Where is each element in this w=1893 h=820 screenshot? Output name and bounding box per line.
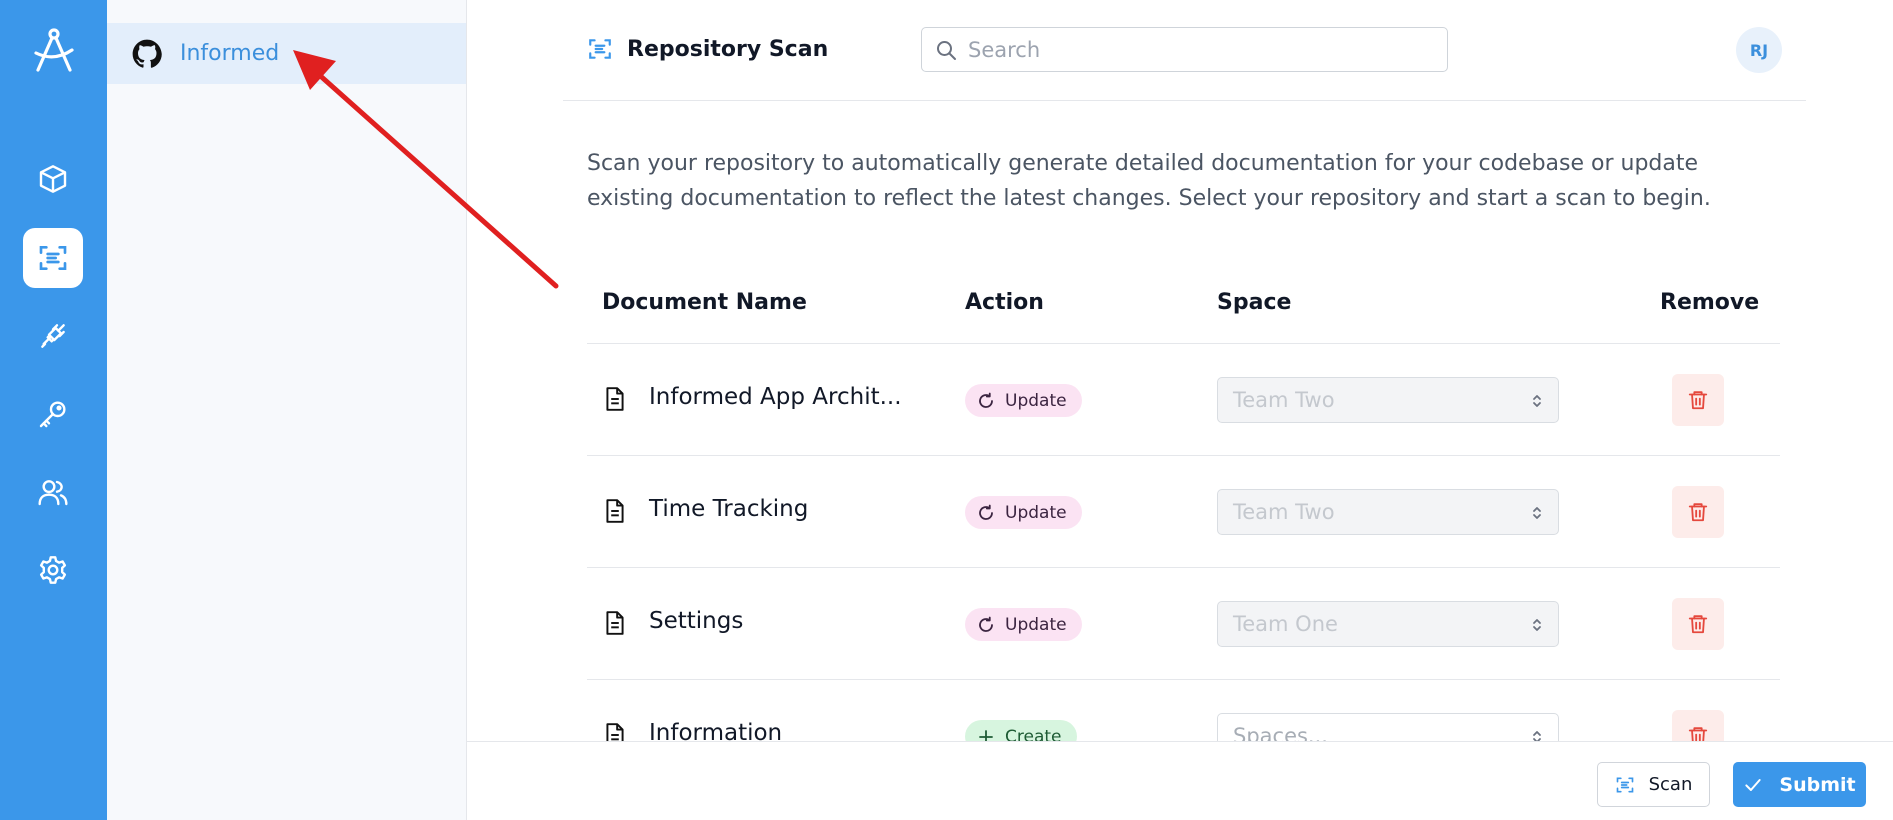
document-icon (606, 387, 624, 411)
check-icon (1745, 778, 1762, 791)
avatar[interactable]: RJ (1736, 27, 1782, 73)
key-icon (39, 401, 66, 428)
space-select-value: Team Two (1233, 500, 1335, 524)
remove-button[interactable] (1672, 486, 1724, 538)
rail-item-components[interactable] (23, 149, 83, 209)
rail-item-api-keys[interactable] (23, 384, 83, 444)
action-badge-update[interactable]: Update (965, 608, 1082, 641)
table-row: Informed App Archit... Update Team Two (587, 344, 1780, 456)
column-header-document-name: Document Name (602, 290, 807, 315)
space-select-value: Team Two (1233, 388, 1335, 412)
document-name: Time Tracking (649, 496, 809, 522)
plug-icon (41, 324, 65, 348)
page-description: Scan your repository to automatically ge… (587, 151, 1711, 211)
scan-icon (589, 39, 611, 59)
chevron-up-down-icon (1533, 395, 1541, 407)
chevron-up-down-icon (1533, 619, 1541, 631)
rail-item-repository-scan[interactable] (23, 228, 83, 288)
trash-icon (1688, 391, 1708, 410)
refresh-icon (979, 392, 993, 408)
column-header-remove: Remove (1660, 290, 1760, 315)
action-badge-update[interactable]: Update (965, 384, 1082, 417)
search-box[interactable] (921, 27, 1448, 72)
rail-item-integrations[interactable] (23, 306, 83, 366)
sidebar-item-informed[interactable]: Informed (107, 23, 466, 84)
document-icon (606, 499, 624, 523)
table-row: Time Tracking Update Team Two (587, 456, 1780, 568)
refresh-icon (979, 616, 993, 632)
space-select[interactable]: Team Two (1217, 377, 1559, 423)
page-title: Repository Scan (627, 36, 829, 62)
gear-icon (39, 556, 67, 584)
chevron-up-down-icon (1533, 507, 1541, 519)
document-name: Settings (649, 608, 744, 634)
scan-icon (1616, 777, 1633, 792)
github-icon (132, 39, 162, 68)
table-header: Document Name Action Space Remove (587, 290, 1780, 344)
sidebar-item-label: Informed (180, 41, 280, 66)
repository-sidebar: Informed (107, 0, 467, 820)
remove-button[interactable] (1672, 598, 1724, 650)
trash-icon (1688, 503, 1708, 522)
page-title-group: Repository Scan (587, 36, 828, 62)
action-badge-label: Update (1005, 502, 1067, 523)
document-name: Informed App Archit... (649, 384, 902, 410)
footer-action-bar: Scan Submit (467, 741, 1893, 820)
page-header: Repository Scan RJ (563, 0, 1806, 101)
search-icon (937, 40, 956, 60)
scan-button[interactable]: Scan (1597, 762, 1710, 807)
app-rail (0, 0, 107, 820)
space-select[interactable]: Team One (1217, 601, 1559, 647)
submit-button-label: Submit (1779, 773, 1856, 796)
refresh-icon (979, 504, 993, 520)
space-select-value: Team One (1233, 612, 1338, 636)
table-row: Settings Update Team One (587, 568, 1780, 680)
scan-button-label: Scan (1648, 774, 1693, 795)
search-input[interactable] (968, 37, 1428, 62)
trash-icon (1688, 615, 1708, 634)
scan-icon (39, 246, 67, 270)
users-icon (38, 480, 68, 506)
space-select[interactable]: Team Two (1217, 489, 1559, 535)
app-logo-icon[interactable] (32, 26, 76, 74)
document-icon (606, 611, 624, 635)
rail-item-users[interactable] (23, 462, 83, 522)
submit-button[interactable]: Submit (1733, 762, 1866, 807)
rail-item-settings[interactable] (23, 540, 83, 600)
cube-icon (39, 165, 67, 193)
action-badge-label: Update (1005, 390, 1067, 411)
action-badge-update[interactable]: Update (965, 496, 1082, 529)
documents-table: Document Name Action Space Remove Inform… (587, 290, 1780, 792)
column-header-action: Action (965, 290, 1044, 315)
remove-button[interactable] (1672, 374, 1724, 426)
action-badge-label: Update (1005, 614, 1067, 635)
column-header-space: Space (1217, 290, 1292, 315)
